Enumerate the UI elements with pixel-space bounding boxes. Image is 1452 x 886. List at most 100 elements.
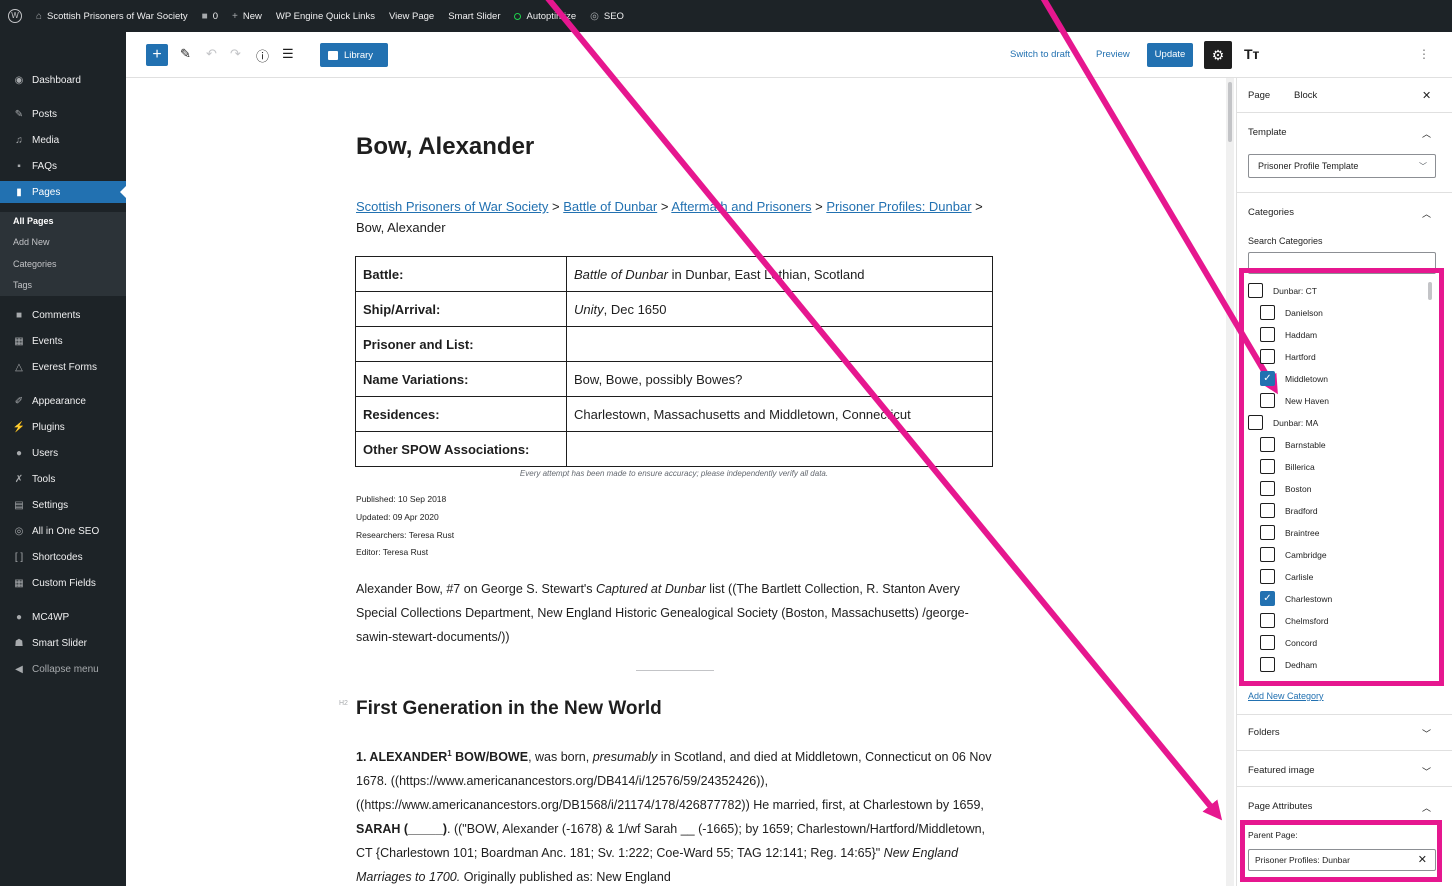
sidebar-item-events[interactable]: ▦ Events	[0, 330, 126, 352]
category-item[interactable]: Boston	[1260, 481, 1311, 496]
category-checkbox[interactable]	[1260, 459, 1275, 474]
sidebar-item-mc4wp[interactable]: ● MC4WP	[0, 606, 126, 628]
category-item[interactable]: Chelmsford	[1260, 613, 1328, 628]
category-checkbox[interactable]	[1260, 349, 1275, 364]
folders-section-title[interactable]: Folders	[1248, 727, 1280, 738]
add-block-button[interactable]: +	[146, 44, 168, 66]
submenu-add-new[interactable]: Add New	[13, 237, 50, 247]
close-icon[interactable]: ✕	[1422, 89, 1431, 102]
sidebar-item-pages[interactable]: ▮ Pages	[0, 181, 126, 203]
switch-to-draft-button[interactable]: Switch to draft	[1010, 49, 1070, 60]
admin-bar-view-page[interactable]: View Page	[389, 11, 434, 22]
sidebar-item-everest-forms[interactable]: △ Everest Forms	[0, 356, 126, 378]
admin-bar-seo[interactable]: ◎ SEO	[590, 11, 624, 22]
sidebar-item-tools[interactable]: ✗ Tools	[0, 468, 126, 490]
sidebar-item-settings[interactable]: ▤ Settings	[0, 494, 126, 516]
redo-icon[interactable]: ↷	[230, 46, 241, 62]
category-checkbox[interactable]	[1260, 547, 1275, 562]
admin-bar-comments[interactable]: ■ 0	[202, 11, 218, 22]
section-heading[interactable]: First Generation in the New World	[356, 698, 662, 720]
category-checkbox[interactable]	[1260, 613, 1275, 628]
breadcrumb-link[interactable]: Battle of Dunbar	[563, 199, 657, 214]
submenu-tags[interactable]: Tags	[13, 280, 32, 290]
category-checkbox[interactable]: ✓	[1260, 371, 1275, 386]
category-item[interactable]: Braintree	[1260, 525, 1320, 540]
category-checkbox[interactable]	[1260, 569, 1275, 584]
category-item[interactable]: New Haven	[1260, 393, 1329, 408]
sidebar-item-custom-fields[interactable]: ▦ Custom Fields	[0, 572, 126, 594]
category-checkbox[interactable]	[1260, 657, 1275, 672]
submenu-all-pages[interactable]: All Pages	[13, 216, 54, 226]
add-new-category-link[interactable]: Add New Category	[1248, 691, 1324, 701]
category-item[interactable]: Haddam	[1260, 327, 1317, 342]
category-checkbox[interactable]	[1260, 327, 1275, 342]
sidebar-item-comments[interactable]: ■ Comments	[0, 304, 126, 326]
category-item[interactable]: Billerica	[1260, 459, 1315, 474]
list-view-icon[interactable]: ☰	[282, 46, 294, 62]
category-item[interactable]: Dedham	[1260, 657, 1317, 672]
category-item[interactable]: Dunbar: CT	[1248, 283, 1317, 298]
category-item[interactable]: Bradford	[1260, 503, 1318, 518]
category-item[interactable]: Barnstable	[1260, 437, 1326, 452]
sidebar-item-all-in-one-seo[interactable]: ◎ All in One SEO	[0, 520, 126, 542]
typography-icon[interactable]: Tт	[1244, 46, 1259, 62]
category-item[interactable]: ✓ Middletown	[1260, 371, 1328, 386]
category-checkbox[interactable]	[1260, 393, 1275, 408]
edit-pencil-icon[interactable]: ✎	[180, 46, 191, 62]
category-checkbox[interactable]	[1260, 503, 1275, 518]
submenu-categories[interactable]: Categories	[13, 259, 57, 269]
more-options-icon[interactable]: ⋮	[1418, 47, 1430, 61]
sidebar-item-posts[interactable]: ✎ Posts	[0, 103, 126, 125]
generation-paragraph[interactable]: 1. ALEXANDER1 BOW/BOWE, was born, presum…	[356, 742, 996, 886]
admin-bar-new[interactable]: + New	[232, 11, 262, 22]
breadcrumb-link[interactable]: Aftermath and Prisoners	[671, 199, 811, 214]
chevron-down-icon[interactable]: ﹀	[1422, 727, 1431, 740]
category-item[interactable]: ✓ Charlestown	[1260, 591, 1332, 606]
chevron-up-icon[interactable]: ︿	[1422, 127, 1431, 140]
intro-paragraph[interactable]: Alexander Bow, #7 on George S. Stewart's…	[356, 577, 996, 649]
update-button[interactable]: Update	[1147, 43, 1193, 67]
canvas-scrollbar[interactable]	[1226, 78, 1234, 886]
chevron-up-icon[interactable]: ︿	[1422, 207, 1431, 220]
sidebar-item-plugins[interactable]: ⚡ Plugins	[0, 416, 126, 438]
library-button[interactable]: Library	[320, 43, 388, 67]
category-item[interactable]: Cambridge	[1260, 547, 1327, 562]
category-item[interactable]: Concord	[1260, 635, 1317, 650]
preview-button[interactable]: Preview	[1096, 49, 1130, 60]
wordpress-logo-icon[interactable]: W	[8, 9, 22, 23]
sidebar-item-appearance[interactable]: ✐ Appearance	[0, 390, 126, 412]
admin-bar-quick-links[interactable]: WP Engine Quick Links	[276, 11, 375, 22]
category-checkbox[interactable]	[1248, 415, 1263, 430]
breadcrumb-link[interactable]: Scottish Prisoners of War Society	[356, 199, 548, 214]
template-section-title[interactable]: Template	[1248, 127, 1287, 138]
sidebar-item-dashboard[interactable]: ◉ Dashboard	[0, 69, 126, 91]
category-checkbox[interactable]: ✓	[1260, 591, 1275, 606]
category-checkbox[interactable]	[1260, 635, 1275, 650]
category-checkbox[interactable]	[1260, 481, 1275, 496]
admin-bar-site[interactable]: ⌂ Scottish Prisoners of War Society	[36, 11, 188, 22]
tab-page[interactable]: Page	[1248, 90, 1270, 101]
chevron-down-icon[interactable]: ﹀	[1422, 765, 1431, 778]
categories-section-title[interactable]: Categories	[1248, 207, 1294, 218]
category-item[interactable]: Hartford	[1260, 349, 1316, 364]
category-item[interactable]: Carlisle	[1260, 569, 1313, 584]
category-checkbox[interactable]	[1260, 525, 1275, 540]
category-checkbox[interactable]	[1248, 283, 1263, 298]
sidebar-item-shortcodes[interactable]: [ ] Shortcodes	[0, 546, 126, 568]
chevron-up-icon[interactable]: ︿	[1422, 801, 1431, 814]
breadcrumb-link[interactable]: Prisoner Profiles: Dunbar	[826, 199, 971, 214]
featured-image-section-title[interactable]: Featured image	[1248, 765, 1315, 776]
sidebar-item-faqs[interactable]: ▪ FAQs	[0, 155, 126, 177]
admin-bar-smart-slider[interactable]: Smart Slider	[448, 11, 500, 22]
category-item[interactable]: Dunbar: MA	[1248, 415, 1318, 430]
page-title[interactable]: Bow, Alexander	[356, 133, 534, 161]
category-item[interactable]: Danielson	[1260, 305, 1323, 320]
sidebar-item-users[interactable]: ● Users	[0, 442, 126, 464]
canvas-scroll-thumb[interactable]	[1228, 82, 1232, 142]
details-info-icon[interactable]: ⓘ	[256, 46, 269, 65]
page-attributes-section-title[interactable]: Page Attributes	[1248, 801, 1312, 812]
category-checkbox[interactable]	[1260, 437, 1275, 452]
collapse-menu-button[interactable]: ◀ Collapse menu	[0, 658, 126, 680]
settings-gear-icon[interactable]: ⚙	[1204, 41, 1232, 69]
undo-icon[interactable]: ↶	[206, 46, 217, 62]
